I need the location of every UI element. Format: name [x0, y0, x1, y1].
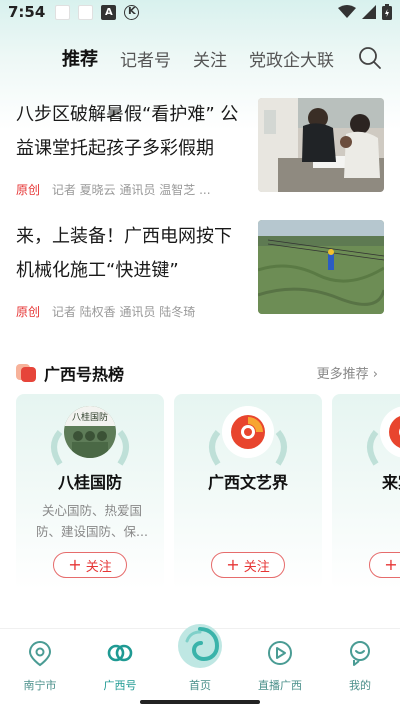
more-recommend-link[interactable]: 更多推荐 ›: [317, 363, 378, 382]
news-thumbnail[interactable]: [258, 220, 384, 314]
tab-following[interactable]: 关注: [193, 46, 227, 71]
home-swirl-icon: [178, 624, 222, 668]
plus-icon: +: [68, 555, 82, 574]
wifi-icon: [338, 5, 356, 18]
account-name: 广西文艺界: [207, 473, 288, 492]
account-name: 来宾市: [381, 473, 400, 492]
account-card[interactable]: 八桂国防 八桂国防 关心国防、热爱国防、建设国防、保... + 关注: [16, 394, 164, 590]
home-indicator: [140, 700, 260, 704]
account-name: 八桂国防: [57, 473, 122, 492]
tab-reporters[interactable]: 记者号: [120, 46, 171, 71]
plus-icon: +: [226, 555, 240, 574]
avatar[interactable]: 八桂国防: [64, 406, 116, 458]
news-meta: 原创 记者 夏晓云 通讯员 温智芝 ...: [16, 181, 246, 198]
nav-item-live[interactable]: 直播广西: [240, 629, 320, 708]
linked-rings-icon: [107, 644, 133, 662]
nav-item-guangxi-hao[interactable]: 广西号: [80, 629, 160, 708]
news-authors: 记者 陆权香 通讯员 陆冬琦: [51, 305, 196, 319]
battery-icon: [382, 4, 392, 20]
signal-icon: [362, 5, 376, 19]
nav-label: 南宁市: [23, 679, 57, 692]
location-pin-icon: [28, 640, 52, 667]
avatar-text: 八桂国防: [72, 411, 108, 423]
follow-label: 关注: [243, 559, 270, 575]
follow-button[interactable]: + 关注: [53, 552, 127, 578]
avatar[interactable]: [222, 406, 274, 458]
nav-item-home[interactable]: 首页: [160, 624, 240, 708]
news-item[interactable]: 来，上装备！广西电网按下机械化施工“快进键” 原创 记者 陆权香 通讯员 陆冬琦: [16, 220, 384, 320]
nav-label: 首页: [189, 679, 211, 692]
notification-icon: [78, 4, 94, 20]
nav-item-nanning[interactable]: 南宁市: [0, 629, 80, 708]
status-time: 7:54: [8, 3, 46, 21]
news-authors: 记者 夏晓云 通讯员 温智芝 ...: [51, 183, 211, 197]
hot-list-header: 广西号热榜 更多推荐 ›: [16, 360, 384, 384]
app-k-icon: K: [124, 4, 140, 20]
news-thumbnail[interactable]: [258, 98, 384, 192]
search-icon[interactable]: [358, 46, 382, 70]
plus-icon: +: [384, 555, 398, 574]
status-bar: 7:54 A K: [0, 0, 400, 24]
news-title[interactable]: 来，上装备！广西电网按下机械化施工“快进键”: [16, 220, 246, 288]
profile-face-icon: [350, 641, 370, 666]
play-circle-icon: [268, 641, 292, 665]
channel-tabs: 推荐 记者号 关注 党政企大联: [0, 36, 400, 80]
app-a-icon: A: [101, 4, 117, 20]
nav-label: 广西号: [103, 679, 137, 692]
nav-item-mine[interactable]: 我的: [320, 629, 400, 708]
news-item[interactable]: 八步区破解暑假“看护难” 公益课堂托起孩子多彩假期 原创 记者 夏晓云 通讯员 …: [16, 98, 384, 198]
account-card[interactable]: 广西文艺界 + 关注: [174, 394, 322, 590]
tab-recommend[interactable]: 推荐: [62, 45, 98, 71]
original-tag: 原创: [16, 305, 41, 319]
notification-icon: [55, 4, 71, 20]
follow-button[interactable]: + 关注: [211, 552, 285, 578]
account-description: 关心国防、热爱国防、建设国防、保...: [36, 503, 148, 539]
hot-list-cards: 八桂国防 八桂国防 关心国防、热爱国防、建设国防、保... + 关注 广西文艺界…: [16, 394, 400, 594]
follow-label: 关注: [85, 559, 112, 575]
nav-label: 我的: [349, 679, 371, 692]
hot-list-icon: [16, 364, 36, 382]
bottom-navigation: 南宁市 广西号 首页 直播广西 我的: [0, 624, 400, 708]
original-tag: 原创: [16, 183, 41, 197]
follow-button[interactable]: + 关注: [369, 552, 400, 578]
hot-list-title: 广西号热榜: [44, 365, 125, 384]
tab-party-gov[interactable]: 党政企大联: [249, 46, 334, 71]
news-title[interactable]: 八步区破解暑假“看护难” 公益课堂托起孩子多彩假期: [16, 98, 246, 166]
account-card[interactable]: 来宾市 + 关注: [332, 394, 400, 590]
news-meta: 原创 记者 陆权香 通讯员 陆冬琦: [16, 303, 246, 320]
nav-label: 直播广西: [258, 679, 302, 692]
